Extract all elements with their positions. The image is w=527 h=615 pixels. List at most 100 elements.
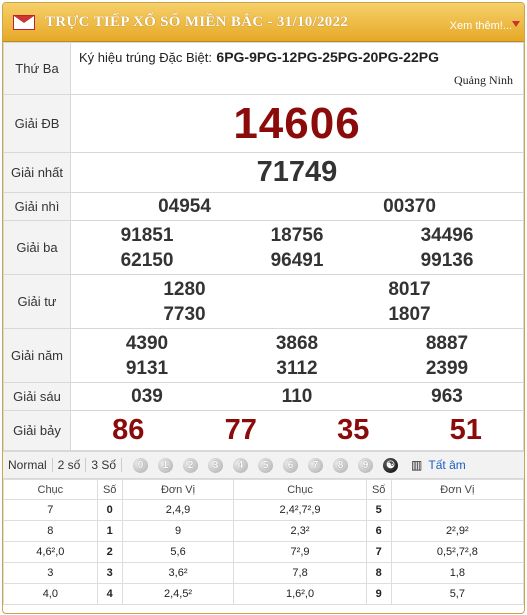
prize-1-value: 71749 bbox=[256, 156, 338, 188]
table-cell: 3,6² bbox=[121, 562, 235, 584]
table-cell: 5,6 bbox=[121, 541, 235, 563]
prize-7-value: 77 bbox=[224, 414, 257, 446]
result-panel: TRỰC TIẾP XỔ SỐ MIỀN BẮC - 31/10/2022 Xe… bbox=[2, 2, 525, 614]
prize-5-value: 4390 bbox=[125, 332, 169, 354]
special-code-value: 6PG-9PG-12PG-25PG-20PG-22PG bbox=[216, 49, 439, 65]
prize-1-label: Giải nhất bbox=[3, 152, 71, 193]
digit-2-button[interactable]: 2 bbox=[183, 457, 199, 473]
table-cell: 4,0 bbox=[3, 583, 98, 605]
table-cell: 3 bbox=[3, 562, 98, 584]
column-header: Chục bbox=[233, 479, 367, 500]
digit-4-button[interactable]: 4 bbox=[233, 457, 249, 473]
digit-9-button[interactable]: 9 bbox=[358, 457, 374, 473]
yin-yang-icon[interactable]: ☯ bbox=[383, 457, 399, 473]
prize-4-value: 1807 bbox=[388, 303, 431, 325]
prize-3-value: 91851 bbox=[120, 224, 174, 246]
mute-all-button[interactable]: Tất âm bbox=[428, 458, 465, 472]
table-cell: 7,8 bbox=[233, 562, 367, 584]
table-cell: 2,3² bbox=[233, 520, 367, 542]
prize-7-value: 51 bbox=[449, 414, 482, 446]
table-row: 3 3 3,6² 7,8 8 1,8 bbox=[3, 562, 524, 584]
prize-3-value: 62150 bbox=[120, 249, 174, 271]
prize-5-value: 2399 bbox=[425, 357, 469, 379]
table-row: 4,0 4 2,4,5² 1,6²,0 9 5,7 bbox=[3, 583, 524, 605]
prize-2-value: 00370 bbox=[383, 196, 436, 217]
column-header: Đơn Vị bbox=[121, 479, 235, 500]
display-toolbar: Normal 2 số 3 Số 0 1 2 3 4 5 6 7 8 9 ☯ ▥… bbox=[3, 451, 524, 479]
table-cell: 4 bbox=[96, 583, 123, 605]
loto-table: Chục Số Đơn Vị Chục Số Đơn Vị 7 0 2,4,9 … bbox=[3, 479, 524, 605]
results-table: Thứ Ba Ký hiệu trúng Đặc Biệt: 6PG-9PG-1… bbox=[3, 42, 524, 451]
table-cell: 2,4,9 bbox=[121, 499, 235, 521]
prize-5-value: 8887 bbox=[425, 332, 469, 354]
table-cell: 2²,9² bbox=[390, 520, 524, 542]
table-cell: 2,4²,7²,9 bbox=[233, 499, 367, 521]
table-cell: 8 bbox=[3, 520, 98, 542]
prize-3-value: 34496 bbox=[420, 224, 474, 246]
table-cell: 5,7 bbox=[390, 583, 524, 605]
table-row: 7 0 2,4,9 2,4²,7²,9 5 bbox=[3, 499, 524, 521]
prize-7-label: Giải bảy bbox=[3, 410, 71, 451]
prize-6-label: Giải sáu bbox=[3, 382, 71, 411]
table-row: 8 1 9 2,3² 6 2²,9² bbox=[3, 520, 524, 542]
prize-db-value: 14606 bbox=[233, 98, 361, 148]
normal-button[interactable]: Normal bbox=[3, 458, 53, 472]
prize-6-value: 039 bbox=[131, 386, 163, 407]
table-cell: 4,6²,0 bbox=[3, 541, 98, 563]
prize-5-label: Giải năm bbox=[3, 328, 71, 383]
table-cell: 7 bbox=[365, 541, 392, 563]
sound-icon[interactable]: ▥ bbox=[411, 458, 422, 472]
prize-3-label: Giải ba bbox=[3, 220, 71, 275]
table-cell: 2 bbox=[96, 541, 123, 563]
digit-7-button[interactable]: 7 bbox=[308, 457, 324, 473]
table-cell: 0 bbox=[96, 499, 123, 521]
prize-3-value: 96491 bbox=[270, 249, 324, 271]
prize-4-value: 1280 bbox=[163, 278, 206, 300]
prize-2-value: 04954 bbox=[158, 196, 211, 217]
table-cell: 1 bbox=[96, 520, 123, 542]
prize-3-value: 18756 bbox=[270, 224, 324, 246]
province-label: Quảng Ninh bbox=[454, 73, 513, 87]
prize-5-value: 3112 bbox=[276, 357, 318, 379]
digit-8-button[interactable]: 8 bbox=[333, 457, 349, 473]
table-cell: 9 bbox=[365, 583, 392, 605]
digit-5-button[interactable]: 5 bbox=[258, 457, 274, 473]
three-digit-button[interactable]: 3 Số bbox=[86, 458, 123, 472]
chevron-down-icon[interactable] bbox=[512, 21, 520, 27]
table-cell bbox=[390, 499, 524, 521]
table-cell: 5 bbox=[365, 499, 392, 521]
prize-7-value: 35 bbox=[337, 414, 370, 446]
table-cell: 1,6²,0 bbox=[233, 583, 367, 605]
prize-4-label: Giải tư bbox=[3, 274, 71, 329]
column-header: Chục bbox=[3, 479, 98, 500]
table-cell: 3 bbox=[96, 562, 123, 584]
column-header: Đơn Vị bbox=[390, 479, 524, 500]
mail-icon bbox=[13, 15, 35, 30]
table-cell: 7 bbox=[3, 499, 98, 521]
header-bar: TRỰC TIẾP XỔ SỐ MIỀN BẮC - 31/10/2022 Xe… bbox=[3, 3, 524, 42]
prize-5-value: 3868 bbox=[275, 332, 319, 354]
table-cell: 6 bbox=[365, 520, 392, 542]
digit-3-button[interactable]: 3 bbox=[208, 457, 224, 473]
special-code-label: Ký hiệu trúng Đặc Biệt: bbox=[79, 50, 212, 65]
prize-6-value: 110 bbox=[281, 386, 313, 407]
page-title: TRỰC TIẾP XỔ SỐ MIỀN BẮC - 31/10/2022 bbox=[45, 14, 349, 30]
prize-4-value: 8017 bbox=[388, 278, 431, 300]
table-cell: 7²,9 bbox=[233, 541, 367, 563]
digit-0-button[interactable]: 0 bbox=[133, 457, 149, 473]
prize-6-value: 963 bbox=[431, 386, 463, 407]
digit-1-button[interactable]: 1 bbox=[158, 457, 174, 473]
table-row: 4,6²,0 2 5,6 7²,9 7 0,5²,7²,8 bbox=[3, 541, 524, 563]
digit-filter: 0 1 2 3 4 5 6 7 8 9 ☯ bbox=[128, 457, 403, 473]
column-header: Số bbox=[96, 479, 123, 500]
table-cell: 8 bbox=[365, 562, 392, 584]
prize-5-value: 9131 bbox=[125, 357, 169, 379]
prize-4-value: 7730 bbox=[163, 303, 206, 325]
prize-7-value: 86 bbox=[112, 414, 145, 446]
table-cell: 0,5²,7²,8 bbox=[390, 541, 524, 563]
two-digit-button[interactable]: 2 số bbox=[53, 458, 87, 472]
see-more-link[interactable]: Xem thêm!... bbox=[450, 20, 512, 32]
digit-6-button[interactable]: 6 bbox=[283, 457, 299, 473]
table-cell: 9 bbox=[121, 520, 235, 542]
column-header: Số bbox=[365, 479, 392, 500]
